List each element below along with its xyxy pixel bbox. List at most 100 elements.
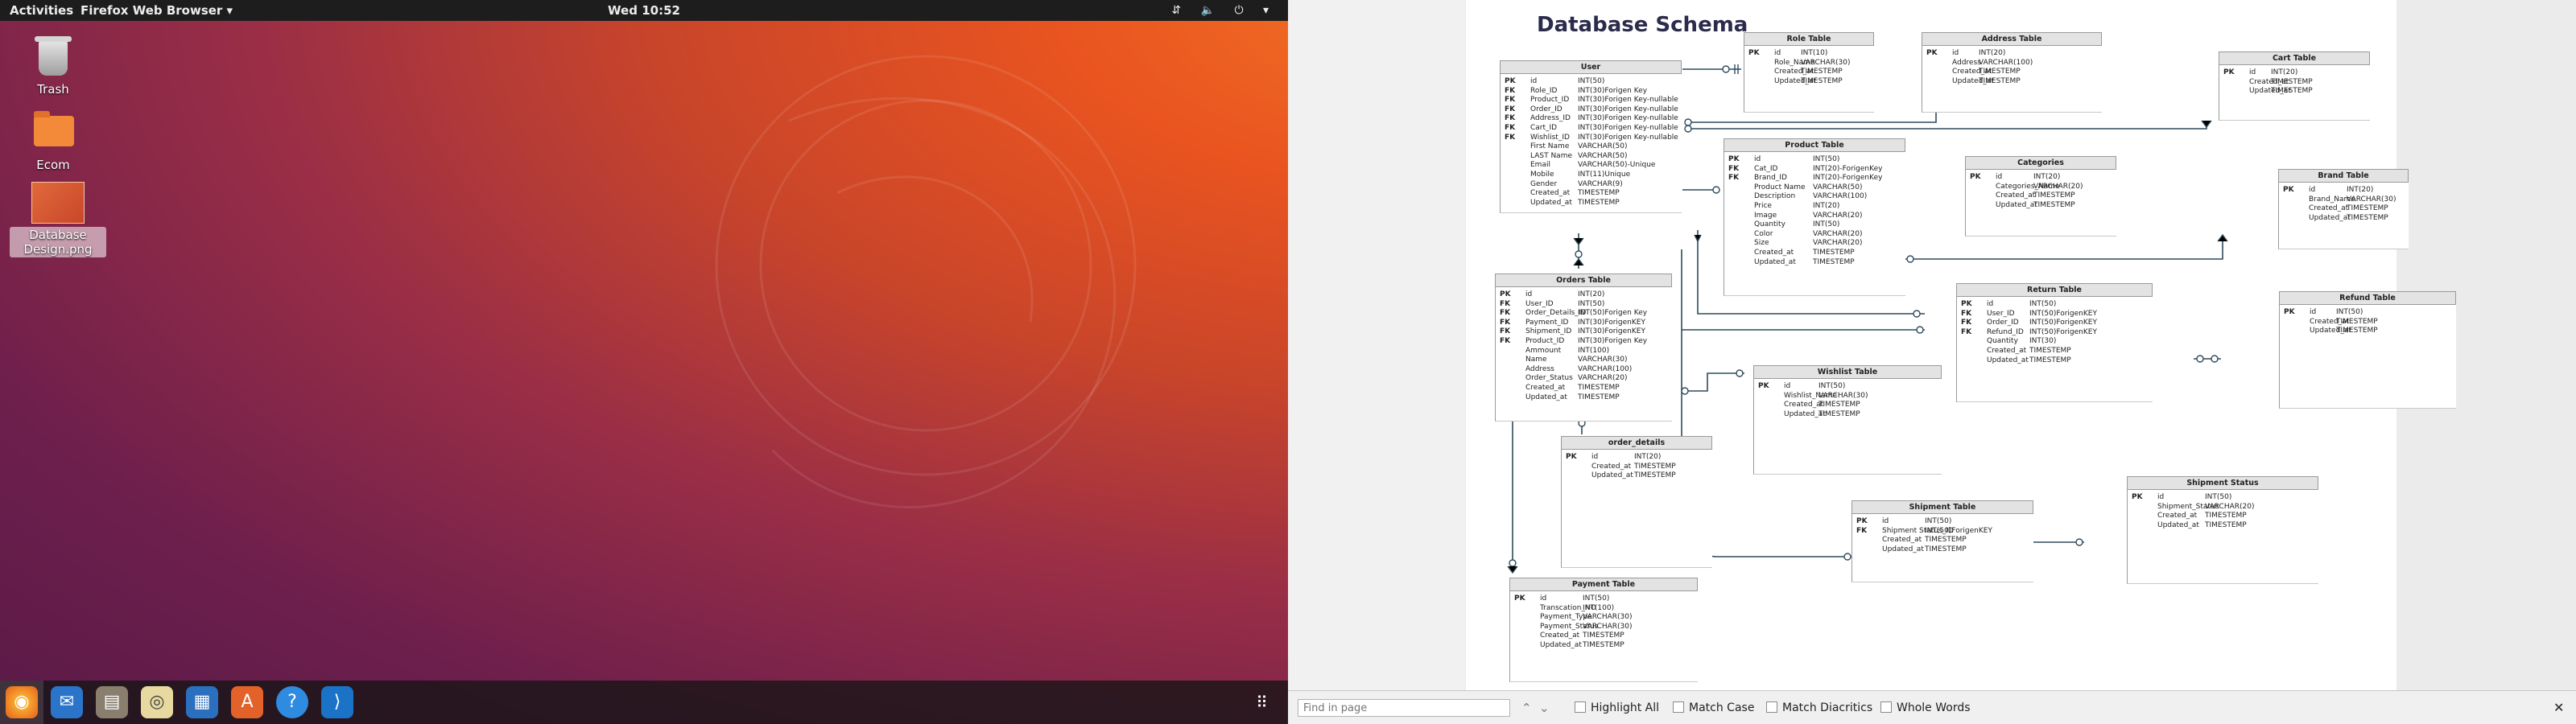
schema-column-row: Mobile INT(11)Unique xyxy=(1501,171,1682,180)
column-name: id xyxy=(1784,382,1791,390)
schema-title: Database Schema xyxy=(1537,13,1748,37)
column-type: TIMESTEMP xyxy=(1979,76,2021,85)
column-key: PK xyxy=(1970,173,1981,181)
schema-column-row: Address VARCHAR(100) xyxy=(1496,365,1672,375)
firefox-icon[interactable]: ◉ xyxy=(6,686,38,718)
column-type: TIMESTEMP xyxy=(1578,383,1620,392)
schema-column-row: Updated_at TIMESTEMP xyxy=(1957,356,2153,366)
column-name: Order_ID xyxy=(1987,319,2019,327)
schema-column-row: Payment_Type VARCHAR(30) xyxy=(1510,613,1698,623)
column-name: Created_at xyxy=(1530,189,1571,198)
schema-column-row: Updated_at TIMESTEMP xyxy=(1852,545,2033,555)
column-type: TIMESTEMP xyxy=(2347,204,2388,213)
schema-table: Return Table PK id INT(50) FK User_ID INT(50)F… xyxy=(1956,283,2153,402)
column-name: Created_at xyxy=(1540,631,1580,640)
column-type: TIMESTEMP xyxy=(2336,317,2378,326)
schema-column-row: Created_at TIMESTEMP xyxy=(1562,463,1712,472)
schema-column-row: Created_at TIMESTEMP xyxy=(2280,318,2456,327)
schema-column-row: FK Product_ID INT(30)Forigen Key xyxy=(1496,337,1672,347)
column-name: id xyxy=(2157,493,2165,501)
find-next-button[interactable]: ⌄ xyxy=(1539,701,1550,715)
column-name: User_ID xyxy=(1525,299,1554,308)
column-name: Ammount xyxy=(1525,346,1562,355)
schema-column-row: Wishlist_Name VARCHAR(30) xyxy=(1754,392,1942,401)
column-type: TIMESTEMP xyxy=(1813,248,1855,257)
column-name: Product_ID xyxy=(1530,96,1570,105)
highlight-all-label: Highlight All xyxy=(1591,701,1660,714)
desktop-icon-label: Database Design.png xyxy=(10,227,106,257)
column-type: TIMESTEMP xyxy=(1925,545,1967,553)
schema-column-row: FK Brand_ID INT(20)-ForigenKey xyxy=(1724,174,1905,183)
desktop-icon-ecom[interactable]: Ecom xyxy=(5,109,101,172)
schema-table-body: PK id INT(50) FK Cat_ID INT(20)-ForigenKey FK B… xyxy=(1724,152,1905,296)
column-name: Updated_at xyxy=(1540,640,1582,649)
match-case-checkbox[interactable]: Match Case xyxy=(1673,701,1754,715)
schema-column-row: FK Order_ID INT(50)ForigenKEY xyxy=(1957,319,2153,328)
vscode-icon[interactable]: ⟩ xyxy=(321,686,353,718)
desktop-icon-database-design[interactable]: Database Design.png xyxy=(10,182,106,257)
schema-column-row: FK Cat_ID INT(20)-ForigenKey xyxy=(1724,165,1905,175)
schema-column-row: Updated_at TIMESTEMP xyxy=(1496,393,1672,403)
whole-words-checkbox[interactable]: Whole Words xyxy=(1880,701,1971,715)
app-menu[interactable]: Firefox Web Browser ▾ xyxy=(80,0,233,21)
column-key: FK xyxy=(1500,309,1511,318)
thunderbird-icon[interactable]: ✉ xyxy=(51,686,83,718)
column-key: FK xyxy=(1961,319,1972,327)
schema-column-row: Updated_at TIMESTEMP xyxy=(1922,77,2102,87)
activities-button[interactable]: Activities xyxy=(10,0,73,21)
schema-table-body: PK id INT(10) Role_Name VARCHAR(30) Created_a… xyxy=(1744,46,1874,113)
writer-icon[interactable]: ▦ xyxy=(186,686,218,718)
schema-column-row: Brand_Name VARCHAR(30) xyxy=(2279,195,2409,205)
schema-table: Address Table PK id INT(20) Address VARCHAR(1… xyxy=(1922,32,2102,113)
column-name: Created_at xyxy=(1754,248,1794,257)
column-type: INT(30)Forigen Key-nullable xyxy=(1578,123,1678,132)
column-key: PK xyxy=(1748,49,1760,57)
column-name: Address xyxy=(1525,364,1554,373)
dock: ◉ ✉ ▤ ◎ ▦ A ? ⟩ ⠿ xyxy=(0,681,1288,724)
trash-icon xyxy=(35,36,72,76)
column-key: PK xyxy=(2132,493,2143,501)
find-previous-button[interactable]: ⌃ xyxy=(1521,701,1532,715)
column-type: VARCHAR(30) xyxy=(1583,622,1633,631)
show-applications-icon[interactable]: ⠿ xyxy=(1246,686,1278,718)
system-tray[interactable]: ⇵ 🔈 ⏻ ▾ xyxy=(1171,0,1277,21)
schema-column-row: FK User_ID INT(50)ForigenKEY xyxy=(1957,310,2153,319)
schema-column-row: FK Product_ID INT(30)Forigen Key-nullable xyxy=(1501,96,1682,105)
desktop-icon-trash[interactable]: Trash xyxy=(5,36,101,97)
column-name: Created_at xyxy=(1996,191,2036,200)
close-find-bar-button[interactable]: ✕ xyxy=(2553,701,2564,715)
column-type: TIMESTEMP xyxy=(2205,520,2247,529)
column-key: FK xyxy=(1505,86,1516,95)
checkbox-box xyxy=(1673,701,1684,713)
rhythmbox-icon[interactable]: ◎ xyxy=(141,686,173,718)
schema-column-row: Created_at TIMESTEMP xyxy=(1957,347,2153,356)
column-name: id xyxy=(1525,290,1533,298)
highlight-all-checkbox[interactable]: Highlight All xyxy=(1575,701,1659,715)
column-name: Created_at xyxy=(2309,204,2349,213)
column-name: LAST Name xyxy=(1530,151,1573,160)
column-name: Created_at xyxy=(1882,536,1922,545)
schema-table-body: PK id INT(50) Created_at TIMESTEMP Updated_at… xyxy=(2279,305,2456,409)
ubuntu-desktop: Wed 10:52 Activities Firefox Web Browser… xyxy=(0,0,1288,724)
column-name: Created_at xyxy=(1784,401,1824,409)
folder-icon xyxy=(34,111,74,146)
match-diacritics-checkbox[interactable]: Match Diacritics xyxy=(1766,701,1872,715)
schema-column-row: FK Shipment Status_ID INT(50)ForigenKEY xyxy=(1852,527,2033,537)
column-name: Created_at xyxy=(1591,462,1632,471)
schema-column-row: Created_at TIMESTEMP xyxy=(1754,401,1942,410)
column-name: Order_ID xyxy=(1530,105,1563,113)
schema-column-row: PK id INT(20) xyxy=(1922,49,2102,59)
column-key: PK xyxy=(1566,453,1577,461)
column-type: INT(30)Forigen Key-nullable xyxy=(1578,114,1678,123)
column-type: TIMESTEMP xyxy=(1634,462,1676,471)
column-name: id xyxy=(1591,453,1599,461)
files-icon[interactable]: ▤ xyxy=(96,686,128,718)
column-type: INT(30) xyxy=(2029,337,2057,346)
column-type: INT(20) xyxy=(1634,453,1662,461)
schema-table-body: PK id INT(50) FK Shipment Status_ID INT(50)Fo… xyxy=(1852,514,2033,582)
software-icon[interactable]: A xyxy=(231,686,263,718)
column-name: Product Name xyxy=(1754,183,1806,191)
help-icon[interactable]: ? xyxy=(276,686,308,718)
column-type: VARCHAR(100) xyxy=(1813,192,1868,201)
find-input[interactable] xyxy=(1298,699,1510,717)
